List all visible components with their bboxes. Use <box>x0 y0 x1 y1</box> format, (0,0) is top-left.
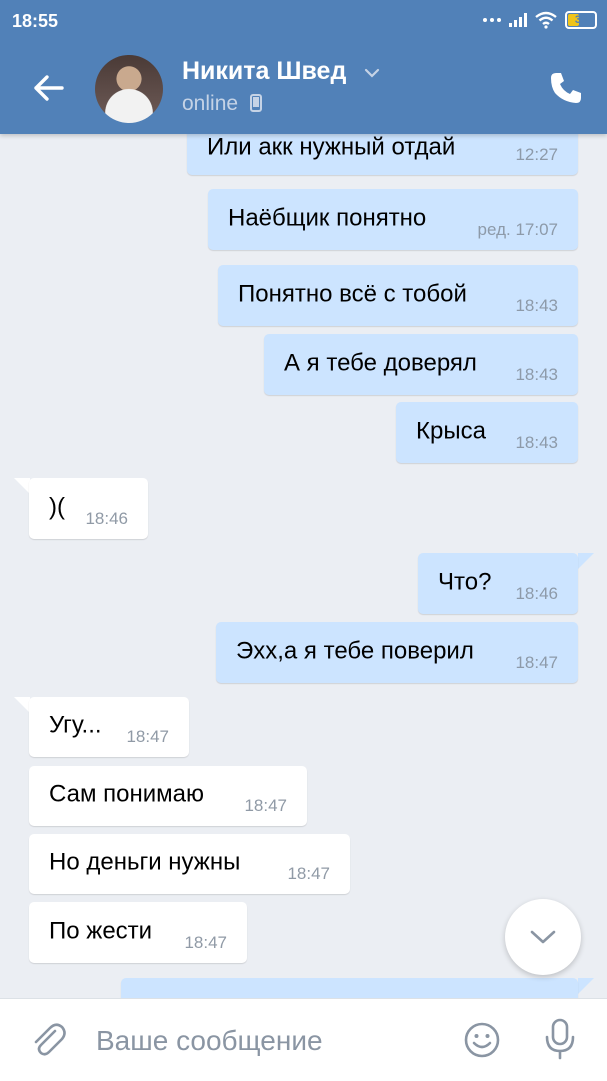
mobile-device-icon <box>249 94 262 112</box>
contact-avatar[interactable] <box>95 55 163 123</box>
message-list[interactable]: Или акк нужный отдай 12:27 Наёбщик понят… <box>0 134 607 998</box>
message-text: Или акк нужный отдай <box>207 134 456 161</box>
message-time: 18:47 <box>244 796 287 815</box>
message-time: 18:47 <box>287 864 330 883</box>
message-bubble-outgoing[interactable]: Или акк нужный отдай 12:27 <box>187 134 578 175</box>
message-time: 18:43 <box>515 365 558 384</box>
bubble-tail <box>14 478 30 494</box>
message-time: 18:43 <box>515 433 558 452</box>
contact-status: online <box>182 92 262 116</box>
message-bubble-outgoing[interactable]: А я тебе доверял 18:43 <box>264 334 578 395</box>
message-text: Что? <box>438 568 492 596</box>
app-header: 18:55 39 Никита Швед online <box>0 0 607 134</box>
scroll-to-bottom-button[interactable] <box>505 899 581 975</box>
message-time: 18:46 <box>85 509 128 528</box>
status-time: 18:55 <box>12 11 59 31</box>
message-bubble-outgoing[interactable]: Эхх,а я тебе поверил 18:47 <box>216 622 578 683</box>
message-bubble-outgoing-partial[interactable] <box>121 978 578 998</box>
more-dots-icon <box>483 18 501 22</box>
message-bubble-incoming[interactable]: Но деньги нужны 18:47 <box>29 834 350 894</box>
message-text: Угу... <box>49 711 102 739</box>
message-time: 18:47 <box>515 653 558 672</box>
message-input[interactable] <box>96 1021 436 1061</box>
bubble-tail <box>578 978 594 994</box>
message-bubble-outgoing[interactable]: Крыса 18:43 <box>396 402 578 463</box>
message-bubble-incoming[interactable]: По жести 18:47 <box>29 902 247 963</box>
smile-icon[interactable] <box>463 1021 501 1059</box>
message-bubble-incoming[interactable]: Сам понимаю 18:47 <box>29 766 307 826</box>
status-text: online <box>182 92 239 115</box>
message-bubble-outgoing[interactable]: Что? 18:46 <box>418 553 578 614</box>
message-text: Сам понимаю <box>49 780 204 808</box>
signal-icon <box>509 13 527 27</box>
message-text: Понятно всё с тобой <box>238 280 467 308</box>
message-time: 18:46 <box>515 584 558 603</box>
microphone-icon[interactable] <box>543 1017 577 1061</box>
battery-icon: 39 <box>565 11 597 29</box>
message-text: Эхх,а я тебе поверил <box>236 637 474 665</box>
message-time: 18:43 <box>515 296 558 315</box>
message-bubble-incoming[interactable]: )( 18:46 <box>29 478 148 539</box>
contact-name[interactable]: Никита Швед <box>182 57 346 86</box>
message-text: Наёбщик понятно <box>228 204 427 232</box>
message-bubble-outgoing[interactable]: Наёбщик понятно ред. 17:07 <box>208 189 578 250</box>
message-text: )( <box>49 493 65 521</box>
message-bubble-outgoing[interactable]: Понятно всё с тобой 18:43 <box>218 265 578 326</box>
chevron-down-icon[interactable] <box>362 63 382 83</box>
bubble-tail <box>578 553 594 569</box>
battery-level: 39 <box>574 14 588 26</box>
phone-icon[interactable] <box>547 69 585 107</box>
paperclip-icon[interactable] <box>28 1019 68 1059</box>
status-icons: 39 <box>483 9 597 31</box>
message-time: 18:47 <box>184 933 227 952</box>
chevron-down-icon <box>530 930 556 944</box>
wifi-icon <box>535 11 557 29</box>
message-composer <box>0 998 607 1081</box>
message-time: ред. 17:07 <box>477 220 558 239</box>
message-bubble-incoming[interactable]: Угу... 18:47 <box>29 697 189 757</box>
back-arrow-icon[interactable] <box>30 70 66 106</box>
bubble-tail <box>14 697 30 713</box>
message-text: А я тебе доверял <box>284 349 477 377</box>
message-text: Но деньги нужны <box>49 848 241 876</box>
message-time: 12:27 <box>515 145 558 164</box>
message-text: По жести <box>49 917 153 945</box>
message-time: 18:47 <box>126 727 169 746</box>
message-text: Крыса <box>416 417 486 445</box>
